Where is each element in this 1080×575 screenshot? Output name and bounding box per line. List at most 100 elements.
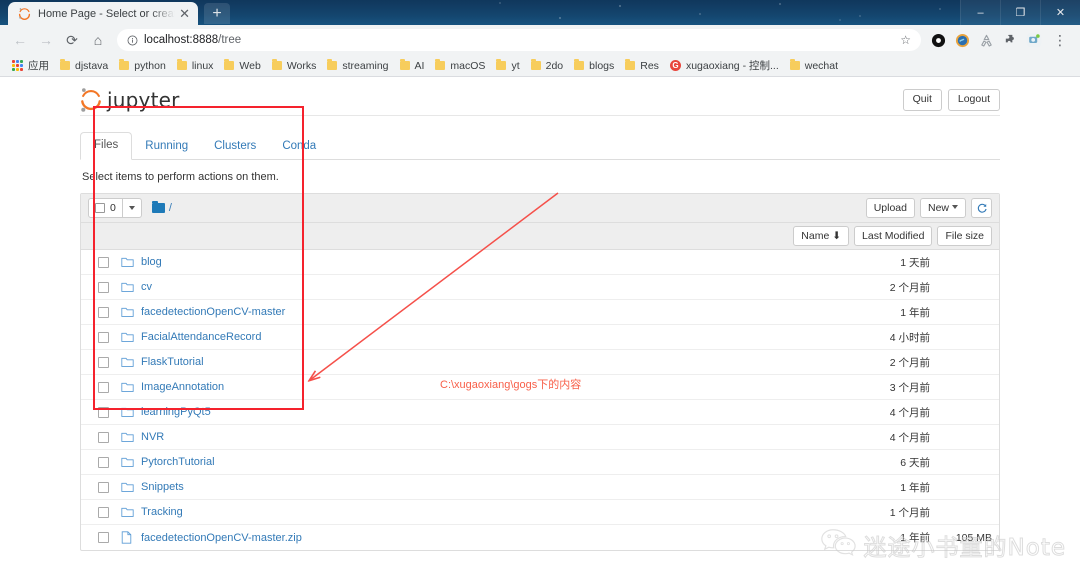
sort-arrow-icon: ⬇ — [832, 229, 842, 242]
row-checkbox[interactable] — [98, 381, 109, 393]
extension-globe-icon[interactable] — [951, 29, 973, 51]
row-checkbox[interactable] — [98, 481, 109, 493]
bookmark-item[interactable]: python — [115, 57, 173, 75]
bookmark-item[interactable]: streaming — [323, 57, 395, 75]
browser-tab[interactable]: Home Page - Select or create ✕ — [8, 2, 198, 25]
file-name-link[interactable]: FacialAttendanceRecord — [141, 331, 261, 343]
row-checkbox[interactable] — [98, 406, 109, 418]
sort-last-modified-button[interactable]: Last Modified — [854, 225, 933, 247]
row-checkbox[interactable] — [98, 431, 109, 443]
bookmark-item[interactable]: Works — [268, 57, 324, 75]
sort-file-size-button[interactable]: File size — [937, 225, 992, 247]
bookmark-item[interactable]: 应用 — [8, 57, 56, 75]
table-row[interactable]: PytorchTutorial 6 天前 — [81, 450, 999, 475]
table-row[interactable]: facedetectionOpenCV-master 1 年前 — [81, 300, 999, 325]
row-checkbox[interactable] — [98, 281, 109, 293]
new-button[interactable]: New — [919, 197, 966, 219]
checkbox-icon[interactable] — [95, 203, 105, 213]
bookmark-star-icon[interactable]: ☆ — [900, 33, 911, 47]
bookmark-item[interactable]: macOS — [431, 57, 492, 75]
folder-icon — [789, 59, 800, 70]
table-row[interactable]: FacialAttendanceRecord 4 小时前 — [81, 325, 999, 350]
sort-name-button[interactable]: Name ⬇ — [793, 225, 850, 247]
file-name-link[interactable]: FlaskTutorial — [141, 356, 204, 368]
logout-button[interactable]: Logout — [947, 89, 1000, 111]
file-name-link[interactable]: Snippets — [141, 481, 184, 493]
reload-icon[interactable]: ⟳ — [59, 27, 85, 53]
bookmark-item[interactable]: Web — [220, 57, 267, 75]
table-row[interactable]: learningPyQt5 4 个月前 — [81, 400, 999, 425]
tab-clusters[interactable]: Clusters — [201, 134, 269, 160]
select-dropdown-button[interactable] — [121, 199, 141, 217]
jupyter-header-actions: Quit Logout — [902, 89, 1000, 111]
extension-camera-icon[interactable] — [1023, 29, 1045, 51]
file-name-link[interactable]: facedetectionOpenCV-master — [141, 306, 285, 318]
jupyter-logo[interactable]: jupyter — [80, 87, 180, 113]
tab-close-icon[interactable]: ✕ — [179, 7, 190, 20]
row-checkbox[interactable] — [98, 506, 109, 518]
forward-icon[interactable]: → — [33, 27, 59, 53]
select-all-checkbox[interactable]: 0 — [89, 199, 122, 217]
file-name-link[interactable]: cv — [141, 281, 152, 293]
bookmark-item[interactable]: Gxugaoxiang - 控制... — [666, 57, 786, 75]
bookmark-item[interactable]: AI — [396, 57, 432, 75]
tab-running[interactable]: Running — [132, 134, 201, 160]
table-row[interactable]: Tracking 1 个月前 — [81, 500, 999, 525]
watermark: 迷途小书童的Note — [820, 527, 1066, 562]
row-checkbox[interactable] — [98, 256, 109, 268]
extension-recycle-icon[interactable] — [975, 29, 997, 51]
browser-menu-icon[interactable]: ⋮ — [1047, 27, 1073, 53]
folder-icon — [121, 257, 134, 268]
folder-icon — [327, 59, 338, 70]
annotation-callout-text: C:\xugaoxiang\gogs下的内容 — [440, 379, 582, 391]
row-checkbox[interactable] — [98, 532, 109, 543]
row-checkbox[interactable] — [98, 306, 109, 318]
table-row[interactable]: blog 1 天前 — [81, 250, 999, 275]
row-checkbox[interactable] — [98, 456, 109, 468]
home-icon[interactable]: ⌂ — [85, 27, 111, 53]
table-row[interactable]: Snippets 1 年前 — [81, 475, 999, 500]
file-name-link[interactable]: facedetectionOpenCV-master.zip — [141, 532, 302, 544]
tab-conda[interactable]: Conda — [269, 134, 329, 160]
file-modified: 4 个月前 — [889, 406, 930, 419]
bookmark-item[interactable]: wechat — [786, 57, 845, 75]
bookmark-item[interactable]: 2do — [527, 57, 571, 75]
bookmark-item[interactable]: blogs — [570, 57, 621, 75]
back-icon[interactable]: ← — [7, 27, 33, 53]
select-all-group[interactable]: 0 — [88, 198, 142, 218]
new-tab-button[interactable]: + — [204, 3, 230, 24]
file-name-link[interactable]: PytorchTutorial — [141, 456, 215, 468]
apps-grid-icon — [12, 60, 23, 71]
table-row[interactable]: cv 2 个月前 — [81, 275, 999, 300]
file-name-link[interactable]: learningPyQt5 — [141, 406, 211, 418]
quit-button[interactable]: Quit — [902, 89, 942, 111]
file-name-link[interactable]: Tracking — [141, 506, 183, 518]
breadcrumb-root[interactable]: / — [169, 202, 172, 214]
bookmark-item[interactable]: yt — [492, 57, 526, 75]
window-close-button[interactable]: ✕ — [1040, 0, 1080, 25]
bookmark-item[interactable]: linux — [173, 57, 221, 75]
browser-tab-title: Home Page - Select or create — [38, 7, 176, 20]
breadcrumb[interactable]: / — [151, 200, 172, 214]
window-maximize-button[interactable]: ❐ — [1000, 0, 1040, 25]
window-minimize-button[interactable]: – — [960, 0, 1000, 25]
extension-puzzle-icon[interactable] — [999, 29, 1021, 51]
table-row[interactable]: FlaskTutorial 2 个月前 — [81, 350, 999, 375]
upload-button[interactable]: Upload — [865, 197, 915, 219]
gogs-icon: G — [669, 60, 681, 71]
file-name-link[interactable]: ImageAnnotation — [141, 381, 224, 393]
address-bar[interactable]: localhost:8888/tree ☆ — [117, 29, 921, 51]
tab-files[interactable]: Files — [80, 132, 133, 160]
extension-dark-circle-icon[interactable] — [927, 29, 949, 51]
bookmark-item[interactable]: djstava — [56, 57, 115, 75]
bookmark-label: Works — [286, 59, 317, 72]
file-name-link[interactable]: NVR — [141, 431, 164, 443]
sort-name-label: Name — [801, 229, 830, 242]
table-row[interactable]: NVR 4 个月前 — [81, 425, 999, 450]
info-circle-icon[interactable] — [127, 35, 138, 46]
row-checkbox[interactable] — [98, 356, 109, 368]
file-name-link[interactable]: blog — [141, 256, 162, 268]
refresh-icon[interactable] — [971, 198, 992, 218]
row-checkbox[interactable] — [98, 331, 109, 343]
bookmark-item[interactable]: Res — [621, 57, 666, 75]
